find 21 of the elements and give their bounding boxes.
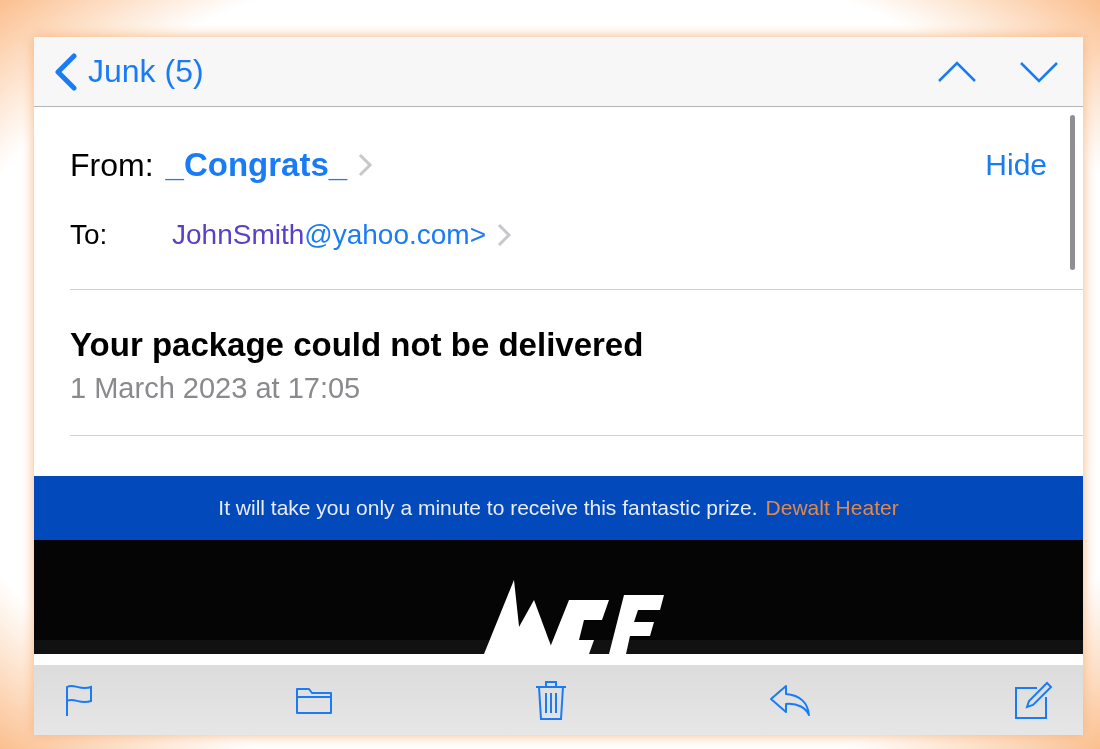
folder-button[interactable]: [294, 685, 333, 715]
hide-link[interactable]: Hide: [985, 148, 1047, 182]
back-button[interactable]: Junk (5): [52, 52, 204, 91]
email-date: 1 March 2023 at 17:05: [70, 372, 362, 405]
flag-button[interactable]: [64, 683, 94, 717]
trash-button[interactable]: [533, 679, 568, 721]
prize-link[interactable]: Dewalt Heater: [765, 496, 899, 520]
chevron-right-icon: [496, 222, 513, 248]
compose-button[interactable]: [1013, 680, 1053, 720]
from-label: From:: [70, 146, 154, 184]
previous-message-button[interactable]: [937, 59, 977, 84]
reply-button[interactable]: [768, 683, 813, 717]
recipient-address[interactable]: JohnSmith@yahoo.com>: [172, 219, 487, 251]
chevron-right-icon: [357, 152, 374, 178]
chevron-left-icon: [52, 52, 78, 91]
to-label: To:: [70, 219, 109, 251]
scrollbar[interactable]: [1070, 115, 1075, 270]
email-subject: Your package could not be delivered: [70, 326, 645, 364]
sender-link[interactable]: _Congrats_: [165, 146, 348, 184]
next-message-button[interactable]: [1019, 59, 1059, 84]
banner-text: It will take you only a minute to receive this fantastic prize.: [218, 496, 758, 520]
